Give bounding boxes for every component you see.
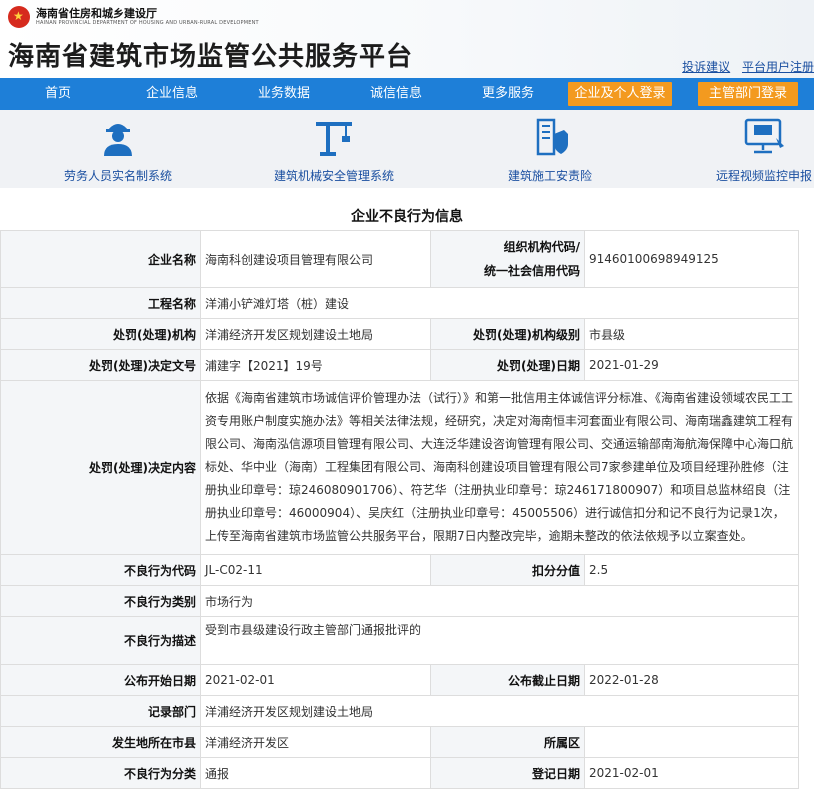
org-code-value: 91460100698949125 [584,230,799,288]
decision-no-value: 浦建字【2021】19号 [200,349,431,381]
nav-business-data[interactable]: 业务数据 [228,78,340,110]
penalty-info-table: 企业名称 海南科创建设项目管理有限公司 组织机构代码/ 统一社会信用代码 914… [0,230,799,789]
register-date-label: 登记日期 [430,757,585,789]
project-name-label: 工程名称 [0,287,201,319]
publish-start-value: 2021-02-01 [200,664,431,696]
department-name: 海南省住房和城乡建设厅 [36,7,157,20]
system-labor[interactable]: 劳务人员实名制系统 [60,116,176,184]
system-labor-label: 劳务人员实名制系统 [63,169,172,183]
location-label: 发生地所在市县 [0,726,201,758]
record-dept-value: 洋浦经济开发区规划建设土地局 [200,695,799,727]
project-name-value: 洋浦小铲滩灯塔（桩）建设 [200,287,799,319]
deduct-label: 扣分分值 [430,554,585,586]
register-date-value: 2021-02-01 [584,757,799,789]
system-machinery[interactable]: 建筑机械安全管理系统 [270,116,398,184]
penalty-date-label: 处罚(处理)日期 [430,349,585,381]
authority-login-button[interactable]: 主管部门登录 [698,82,798,106]
nav-more-services[interactable]: 更多服务 [452,78,564,110]
main-nav: 首页 企业信息 业务数据 诚信信息 更多服务 企业及个人登录 主管部门登录 [0,78,814,110]
behavior-desc-value: 受到市县级建设行政主管部门通报批评的 [200,616,799,665]
table-row: 不良行为代码 JL-C02-11 扣分分值 2.5 [0,554,799,586]
category-label: 不良行为分类 [0,757,201,789]
monitor-report-icon [744,118,784,154]
table-row: 记录部门 洋浦经济开发区规划建设土地局 [0,695,799,727]
system-machinery-label: 建筑机械安全管理系统 [273,169,394,183]
behavior-code-value: JL-C02-11 [200,554,431,586]
system-video-report-label: 远程视频监控申报 [715,169,812,183]
penalty-org-label: 处罚(处理)机构 [0,318,201,350]
section-title: 企业不良行为信息 [351,209,463,225]
category-value: 通报 [200,757,431,789]
district-value [584,726,799,758]
table-row: 处罚(处理)决定内容 依据《海南省建筑市场诚信评价管理办法（试行）》和第一批信用… [0,380,799,555]
behavior-desc-label: 不良行为描述 [0,616,201,665]
enterprise-login-button[interactable]: 企业及个人登录 [568,82,672,106]
table-row: 不良行为描述 受到市县级建设行政主管部门通报批评的 [0,616,799,665]
table-row: 处罚(处理)机构 洋浦经济开发区规划建设土地局 处罚(处理)机构级别 市县级 [0,318,799,350]
behavior-type-label: 不良行为类别 [0,585,201,617]
publish-end-label: 公布截止日期 [430,664,585,696]
department-logo[interactable]: 海南省住房和城乡建设厅 HAINAN PROVINCIAL DEPARTMENT… [8,6,259,28]
table-row: 不良行为分类 通报 登记日期 2021-02-01 [0,757,799,789]
penalty-date-value: 2021-01-29 [584,349,799,381]
building-shield-icon [536,118,568,156]
decision-content-value: 依据《海南省建筑市场诚信评价管理办法（试行）》和第一批信用主体诚信评分标准、《海… [200,380,799,555]
publish-start-label: 公布开始日期 [0,664,201,696]
behavior-code-label: 不良行为代码 [0,554,201,586]
systems-bar: 劳务人员实名制系统 建筑机械安全管理系统 建筑施工安责险 远程视频监控申报 [0,110,814,188]
top-links: 投诉建议 平台用户注册 [674,58,814,75]
system-insurance[interactable]: 建筑施工安责险 [502,116,598,184]
record-dept-label: 记录部门 [0,695,201,727]
header: 海南省住房和城乡建设厅 HAINAN PROVINCIAL DEPARTMENT… [0,0,814,78]
penalty-org-value: 洋浦经济开发区规划建设土地局 [200,318,431,350]
org-code-label: 组织机构代码/ 统一社会信用代码 [430,230,585,288]
table-row: 企业名称 海南科创建设项目管理有限公司 组织机构代码/ 统一社会信用代码 914… [0,230,799,288]
location-value: 洋浦经济开发区 [200,726,431,758]
table-row: 发生地所在市县 洋浦经济开发区 所属区 [0,726,799,758]
penalty-level-value: 市县级 [584,318,799,350]
system-video-report[interactable]: 远程视频监控申报 [714,116,814,184]
table-row: 工程名称 洋浦小铲滩灯塔（桩）建设 [0,287,799,319]
table-row: 公布开始日期 2021-02-01 公布截止日期 2022-01-28 [0,664,799,696]
national-emblem-icon [8,6,30,28]
nav-home[interactable]: 首页 [0,78,116,110]
table-row: 处罚(处理)决定文号 浦建字【2021】19号 处罚(处理)日期 2021-01… [0,349,799,381]
decision-content-label: 处罚(处理)决定内容 [0,380,201,555]
complaint-link[interactable]: 投诉建议 [682,60,730,74]
nav-credit-info[interactable]: 诚信信息 [340,78,452,110]
deduct-value: 2.5 [584,554,799,586]
system-insurance-label: 建筑施工安责险 [507,169,592,183]
table-row: 不良行为类别 市场行为 [0,585,799,617]
org-code-label-line2: 统一社会信用代码 [483,264,580,278]
penalty-level-label: 处罚(处理)机构级别 [430,318,585,350]
company-name-label: 企业名称 [0,230,201,288]
site-title: 海南省建筑市场监管公共服务平台 [8,42,414,72]
behavior-type-value: 市场行为 [200,585,799,617]
decision-no-label: 处罚(处理)决定文号 [0,349,201,381]
nav-enterprise-info[interactable]: 企业信息 [116,78,228,110]
worker-icon [104,124,132,156]
district-label: 所属区 [430,726,585,758]
publish-end-value: 2022-01-28 [584,664,799,696]
company-name-value: 海南科创建设项目管理有限公司 [200,230,431,288]
org-code-label-line1: 组织机构代码/ [503,240,580,254]
crane-icon [316,122,352,156]
department-name-en: HAINAN PROVINCIAL DEPARTMENT OF HOUSING … [36,20,259,26]
register-link[interactable]: 平台用户注册 [742,60,814,74]
